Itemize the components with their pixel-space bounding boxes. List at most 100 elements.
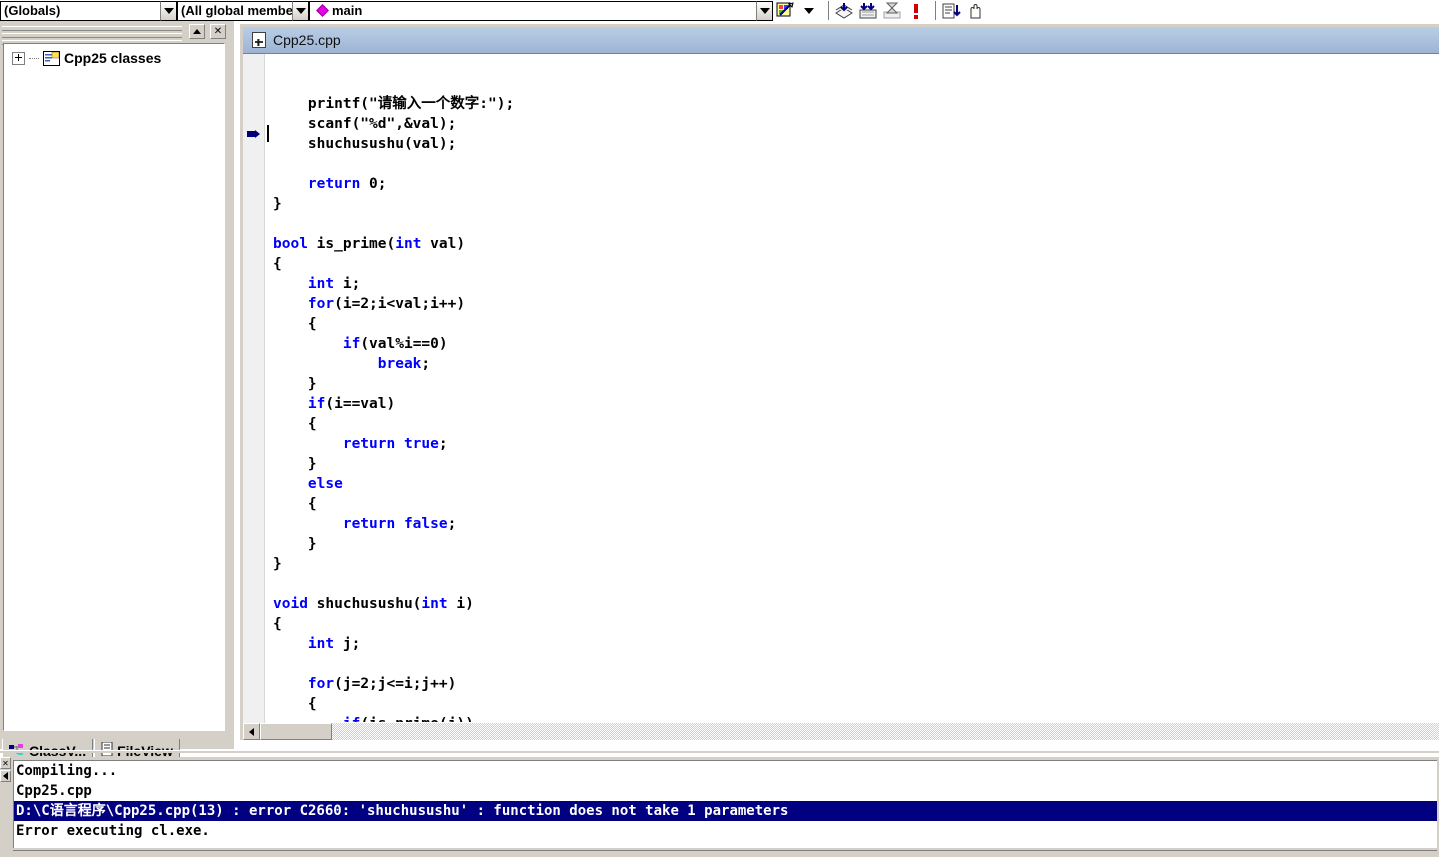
editor-client-area[interactable]: printf("请输入一个数字:"); scanf("%d",&val); sh…: [243, 53, 1439, 733]
tree-connector: [29, 57, 39, 59]
code-line: {: [273, 314, 514, 334]
code-token: j;: [334, 636, 361, 652]
output-line-selected[interactable]: D:\C语言程序\Cpp25.cpp(13) : error C2660: 's…: [14, 801, 1437, 821]
code-token: (i=2;i<val;i++): [334, 296, 466, 312]
insert-breakpoint-button[interactable]: [963, 0, 987, 21]
editor-title-label: Cpp25.cpp: [273, 32, 341, 48]
code-line: break;: [273, 354, 514, 374]
compile-button[interactable]: [832, 0, 856, 21]
code-token: ;: [421, 356, 431, 372]
output-scroll-button[interactable]: [0, 770, 11, 782]
workspace-drag-grip[interactable]: [2, 26, 182, 45]
vc6-ide-window: (Globals) (All global members main: [0, 0, 1439, 857]
toolbar-separator: [824, 1, 829, 20]
tree-node-label: Cpp25 classes: [64, 50, 162, 66]
code-token: (j=2;j<=i;j++): [334, 676, 457, 692]
chevron-down-icon: [759, 7, 770, 14]
code-token: {: [307, 316, 317, 332]
output-line[interactable]: Cpp25.cpp: [14, 781, 1437, 801]
triangle-left-icon: [3, 772, 8, 780]
pane-divider[interactable]: [0, 750, 1439, 753]
function-combo-dropdown-button[interactable]: [756, 0, 773, 21]
scrollbar-track[interactable]: [332, 723, 1439, 740]
code-line: {: [273, 614, 514, 634]
code-token: (val%i==0): [360, 336, 448, 352]
code-keyword: for: [307, 296, 335, 312]
function-combo-value: main: [309, 0, 756, 21]
code-line: }: [273, 454, 514, 474]
code-keyword: int: [421, 596, 448, 612]
wizardbar-toolbar: (Globals) (All global members main: [0, 0, 1439, 21]
code-line: {: [273, 254, 514, 274]
code-line: {: [273, 694, 514, 714]
code-token: {: [307, 496, 317, 512]
code-keyword: int: [307, 276, 335, 292]
code-token: scanf("%d",&val);: [307, 116, 457, 132]
code-token: (i==val): [325, 396, 396, 412]
code-line: shuchusushu(val);: [273, 134, 514, 154]
code-keyword: for: [307, 676, 335, 692]
code-token: i;: [334, 276, 361, 292]
code-line: for(i=2;i<val;i++): [273, 294, 514, 314]
code-token: }: [307, 376, 317, 392]
editor-titlebar[interactable]: Cpp25.cpp: [243, 27, 1439, 53]
code-token: {: [273, 256, 282, 272]
current-statement-arrow-icon: [247, 130, 260, 138]
code-token: }: [307, 456, 317, 472]
tree-node-cpp25-classes[interactable]: Cpp25 classes: [4, 44, 224, 66]
output-pane: ✕ Compiling... Cpp25.cpp D:\C语言程序\Cpp25.cp…: [0, 757, 1439, 857]
editor-horizontal-scrollbar[interactable]: [243, 723, 1439, 740]
scrollbar-thumb[interactable]: [260, 723, 332, 740]
code-token: }: [273, 196, 282, 212]
code-keyword: if: [307, 396, 326, 412]
plus-box-icon[interactable]: [12, 51, 25, 65]
code-token: val): [421, 236, 466, 252]
find-in-files-button[interactable]: [773, 0, 797, 21]
code-token: }: [307, 536, 317, 552]
members-combo-dropdown-button[interactable]: [292, 0, 309, 21]
code-keyword: return false: [342, 516, 448, 532]
code-keyword: break: [377, 356, 422, 372]
code-keyword: bool: [273, 236, 308, 252]
build-output-list[interactable]: Compiling... Cpp25.cpp D:\C语言程序\Cpp25.cpp(…: [13, 760, 1437, 848]
function-combo[interactable]: main: [309, 0, 773, 21]
code-token: printf("请输入一个数字:");: [307, 96, 515, 112]
members-combo[interactable]: (All global members: [177, 0, 309, 21]
output-line[interactable]: Error executing cl.exe.: [14, 821, 1437, 841]
triangle-left-icon: [249, 727, 254, 736]
code-line: return false;: [273, 514, 514, 534]
scope-combo-dropdown-button[interactable]: [160, 0, 177, 21]
code-token: i): [447, 596, 474, 612]
scroll-left-button[interactable]: [243, 723, 260, 740]
output-bottom-divider: [13, 850, 1437, 854]
output-line[interactable]: Compiling...: [14, 761, 1437, 781]
toolbar-separator: [931, 1, 936, 20]
members-combo-value: (All global members: [177, 0, 292, 21]
code-line: void shuchusushu(int i): [273, 594, 514, 614]
code-token: }: [273, 556, 282, 572]
workspace-tree[interactable]: Cpp25 classes: [3, 43, 225, 731]
go-button[interactable]: [939, 0, 963, 21]
find-dropdown-button[interactable]: [797, 0, 821, 21]
source-code-text[interactable]: printf("请输入一个数字:"); scanf("%d",&val); sh…: [273, 54, 514, 722]
build-button[interactable]: [856, 0, 880, 21]
output-close-button[interactable]: ✕: [0, 757, 11, 769]
code-line: if(val%i==0): [273, 334, 514, 354]
execute-program-button[interactable]: [904, 0, 928, 21]
code-line: scanf("%d",&val);: [273, 114, 514, 134]
code-line: printf("请输入一个数字:");: [273, 94, 514, 114]
workspace-minimize-button[interactable]: [189, 24, 205, 39]
editor-gutter[interactable]: [243, 54, 265, 733]
close-x-icon: ✕: [2, 758, 9, 768]
stop-build-button[interactable]: [880, 0, 904, 21]
code-line: return true;: [273, 434, 514, 454]
scope-combo[interactable]: (Globals): [0, 0, 177, 21]
code-line: int j;: [273, 634, 514, 654]
code-token: ;: [438, 436, 448, 452]
workspace-close-button[interactable]: ✕: [210, 24, 226, 39]
